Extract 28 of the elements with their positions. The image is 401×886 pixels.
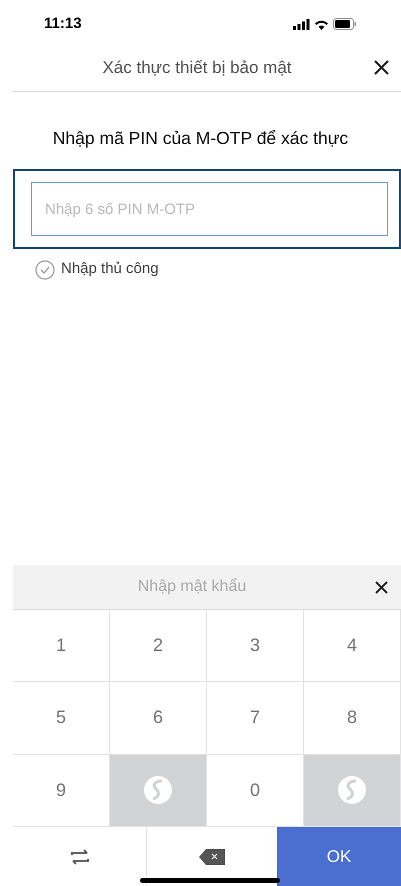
- close-icon: [374, 60, 388, 75]
- digit-key[interactable]: 4: [304, 610, 401, 682]
- logo-key[interactable]: [304, 754, 401, 827]
- check-circle-icon[interactable]: [35, 260, 55, 280]
- header-title: Xác thực thiết bị bảo mật: [101, 56, 293, 79]
- digit-key[interactable]: 2: [110, 610, 207, 682]
- shuffle-icon: [70, 848, 90, 864]
- manual-entry-label: Nhập thủ công: [61, 259, 159, 280]
- digit-key[interactable]: 1: [13, 610, 110, 682]
- battery-icon: [333, 18, 357, 30]
- digit-key[interactable]: 6: [110, 682, 207, 755]
- keypad-title: Nhập mật khẩu: [136, 577, 248, 597]
- digit-key[interactable]: 0: [207, 754, 304, 827]
- digit-key[interactable]: 3: [207, 610, 304, 682]
- pin-input-field[interactable]: Nhập 6 số PIN M-OTP: [31, 182, 388, 236]
- prompt-text: Nhập mã PIN của M-OTP để xác thực: [52, 127, 348, 150]
- backspace-icon: [199, 848, 225, 864]
- logo-icon: [337, 775, 367, 806]
- digit-key[interactable]: 7: [207, 682, 304, 755]
- close-icon: [374, 580, 388, 594]
- digit-key[interactable]: 5: [13, 682, 110, 755]
- digit-key[interactable]: 9: [13, 754, 110, 827]
- status-time: 11:13: [44, 14, 82, 34]
- digit-key[interactable]: 8: [304, 682, 401, 755]
- signal-icon: [293, 18, 310, 30]
- logo-icon: [143, 775, 173, 806]
- wifi-icon: [314, 18, 329, 30]
- ok-button[interactable]: OK: [277, 827, 401, 886]
